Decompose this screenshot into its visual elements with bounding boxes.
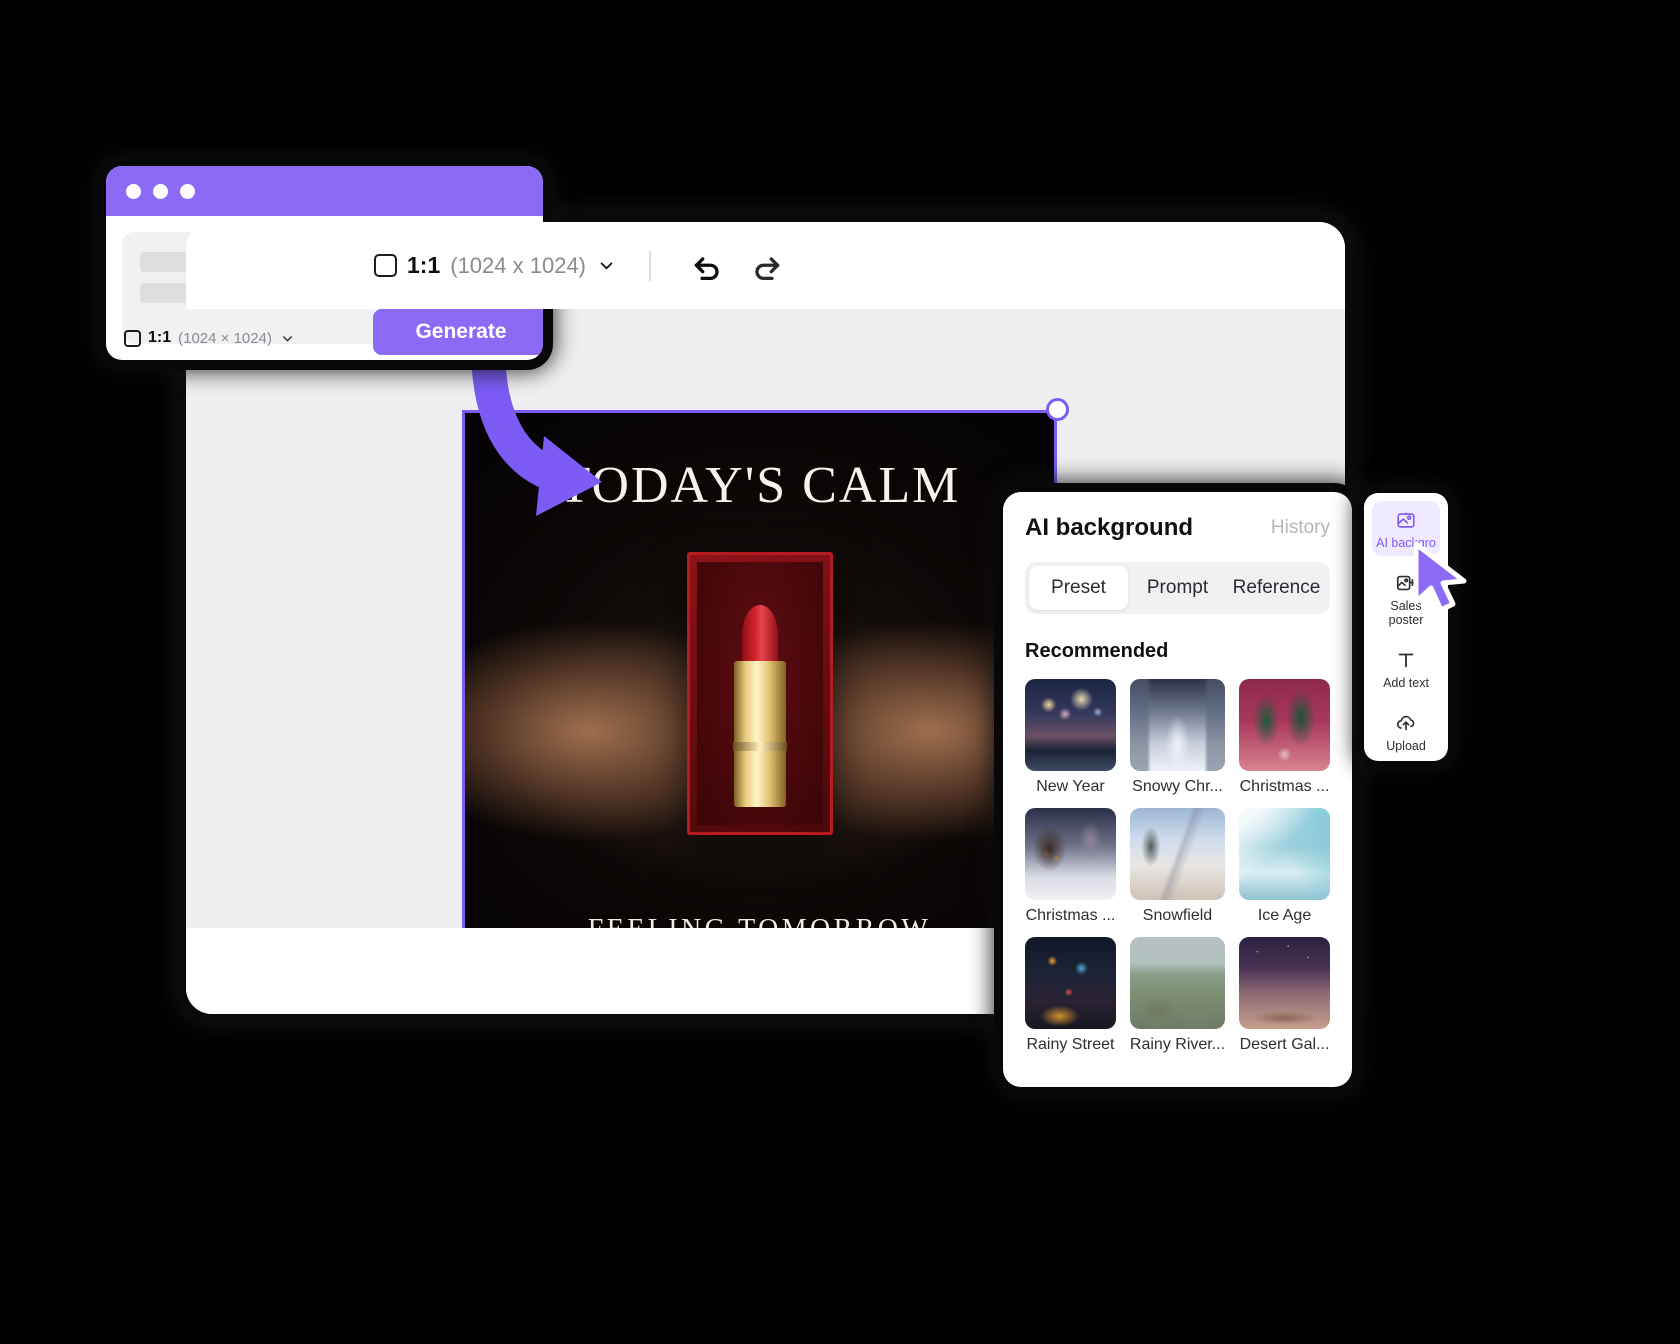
ai-background-icon	[1395, 508, 1417, 532]
lipstick-bullet	[741, 605, 778, 665]
aspect-ratio-icon	[124, 329, 141, 347]
tool-label: Add text	[1383, 676, 1429, 690]
ai-background-tabs: Preset Prompt Reference	[1025, 562, 1330, 614]
thumbnail-item[interactable]: Christmas ...	[1239, 679, 1330, 796]
recommended-heading: Recommended	[1025, 640, 1169, 662]
recommended-thumbnail-grid: New Year Snowy Chr... Christmas ... Chri…	[1025, 679, 1330, 1054]
popup-aspect-ratio-label: 1:1	[148, 329, 172, 346]
thumbnail-image	[1239, 937, 1330, 1029]
thumbnail-item[interactable]: Christmas ...	[1025, 808, 1116, 925]
window-dot-maximize-icon[interactable]	[180, 183, 195, 199]
prompt-placeholder-line-2	[140, 283, 190, 303]
thumbnail-label: Rainy River...	[1129, 1036, 1226, 1053]
thumbnail-item[interactable]: Snowfield	[1129, 808, 1226, 925]
panel-title: AI background	[1025, 514, 1194, 541]
thumbnail-label: Christmas ...	[1239, 778, 1330, 795]
add-text-icon	[1395, 648, 1417, 672]
tool-rail: AI backgro Sales poster Add text Upload	[1364, 493, 1448, 761]
popup-aspect-ratio-selector[interactable]: 1:1 (1024 × 1024)	[124, 329, 294, 347]
window-dot-minimize-icon[interactable]	[153, 183, 168, 199]
thumbnail-item[interactable]: Rainy River...	[1129, 937, 1226, 1054]
editor-toolbar: 1:1 (1024 x 1024)	[186, 222, 1345, 309]
thumbnail-label: Rainy Street	[1026, 1036, 1115, 1053]
artboard-selection[interactable]: TODAY'S CALM FEELING TOMORROW	[450, 398, 1069, 1014]
tool-sales-poster[interactable]: Sales poster	[1372, 564, 1440, 633]
thumbnail-image	[1025, 679, 1116, 771]
history-link[interactable]: History	[1271, 517, 1330, 539]
popup-footer: 1:1 (1024 × 1024) Generate	[124, 309, 543, 355]
thumbnail-image	[1025, 808, 1116, 900]
tool-add-text[interactable]: Add text	[1372, 641, 1440, 696]
thumbnail-label: Desert Gal...	[1239, 1036, 1330, 1053]
lipstick-band	[732, 742, 787, 751]
ai-background-header: AI background History	[1025, 514, 1330, 542]
chevron-down-icon	[281, 332, 294, 345]
aspect-ratio-selector[interactable]: 1:1 (1024 x 1024)	[374, 252, 615, 279]
resize-handle-top-right[interactable]	[1046, 398, 1069, 421]
artboard[interactable]: TODAY'S CALM FEELING TOMORROW	[462, 410, 1057, 1005]
window-dot-close-icon[interactable]	[126, 183, 141, 199]
thumbnail-image	[1239, 679, 1330, 771]
lipstick-box-inner	[696, 562, 823, 825]
generate-button[interactable]: Generate	[373, 309, 543, 355]
tab-preset[interactable]: Preset	[1029, 566, 1128, 610]
ai-background-panel: AI background History Preset Prompt Refe…	[1003, 492, 1352, 1087]
aspect-ratio-icon	[374, 254, 397, 277]
tab-reference[interactable]: Reference	[1227, 566, 1326, 610]
lipstick-product-image	[686, 552, 833, 835]
thumbnail-image	[1129, 679, 1226, 771]
thumbnail-label: Ice Age	[1257, 907, 1312, 924]
thumbnail-item[interactable]: Desert Gal...	[1239, 937, 1330, 1054]
popup-aspect-ratio-dimensions: (1024 × 1024)	[178, 329, 272, 347]
thumbnail-label: Christmas ...	[1025, 907, 1116, 924]
tab-prompt[interactable]: Prompt	[1128, 566, 1227, 610]
thumbnail-item[interactable]: New Year	[1025, 679, 1116, 796]
thumbnail-image	[1129, 937, 1226, 1029]
thumbnail-label: Snowfield	[1142, 907, 1213, 924]
upload-icon	[1395, 711, 1417, 735]
thumbnail-image	[1025, 937, 1116, 1029]
thumbnail-image	[1239, 808, 1330, 900]
artwork-title: TODAY'S CALM	[558, 457, 961, 514]
toolbar-divider	[649, 250, 651, 281]
tool-label: Sales poster	[1388, 599, 1424, 627]
chevron-down-icon	[598, 257, 615, 274]
thumbnail-item[interactable]: Rainy Street	[1025, 937, 1116, 1054]
popup-titlebar	[106, 166, 543, 216]
redo-icon[interactable]	[745, 244, 789, 288]
thumbnail-label: Snowy Chr...	[1132, 778, 1223, 795]
aspect-ratio-dimensions: (1024 x 1024)	[450, 252, 587, 278]
screenshot-root: TODAY'S CALM FEELING TOMORROW	[0, 0, 1680, 1344]
thumbnail-image	[1129, 808, 1226, 900]
tool-label: AI backgro	[1376, 536, 1436, 550]
aspect-ratio-label: 1:1	[407, 252, 441, 278]
tool-label: Upload	[1386, 739, 1426, 753]
tool-ai-background[interactable]: AI backgro	[1372, 501, 1440, 556]
sales-poster-icon	[1395, 571, 1417, 595]
undo-icon[interactable]	[685, 244, 729, 288]
thumbnail-item[interactable]: Snowy Chr...	[1129, 679, 1226, 796]
lipstick-tube	[733, 661, 786, 807]
thumbnail-item[interactable]: Ice Age	[1239, 808, 1330, 925]
thumbnail-label: New Year	[1036, 778, 1105, 795]
tool-upload[interactable]: Upload	[1372, 704, 1440, 759]
